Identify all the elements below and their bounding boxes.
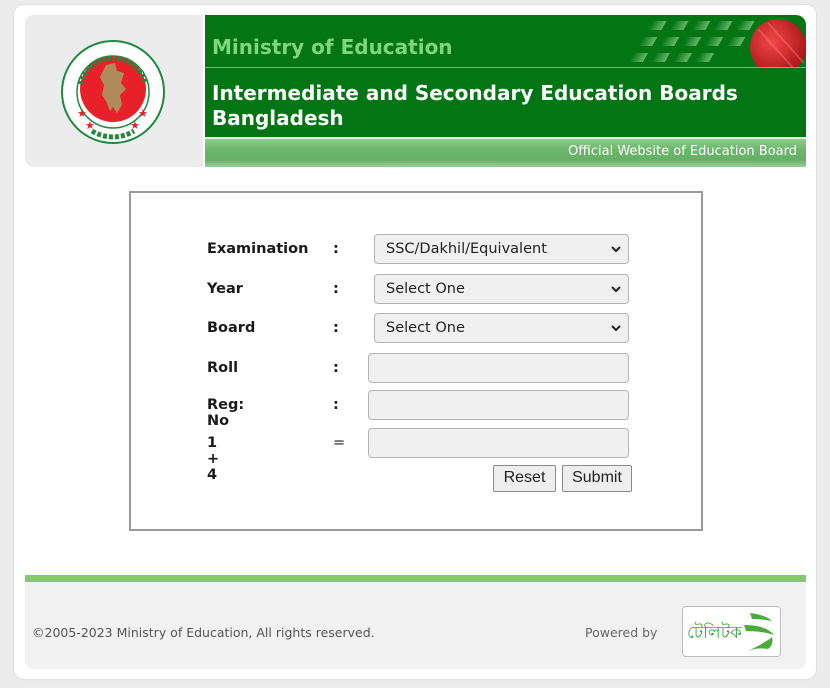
- bangladesh-flag-icon: [628, 19, 806, 67]
- chevron-down-icon: [611, 325, 621, 332]
- roll-colon: :: [333, 360, 339, 376]
- board-value: Select One: [386, 320, 465, 336]
- powered-by-text: Powered by: [585, 625, 658, 640]
- site-title: Intermediate and Secondary Education Boa…: [212, 81, 738, 130]
- roll-input[interactable]: [368, 353, 629, 383]
- site-footer: ©2005-2023 Ministry of Education, All ri…: [25, 582, 806, 669]
- captcha-equals: =: [333, 435, 346, 451]
- banner-strip: Official Website of Education Board: [205, 137, 806, 167]
- reg-no-colon: :: [333, 397, 339, 413]
- chevron-down-icon: [611, 286, 621, 293]
- year-colon: :: [333, 281, 339, 297]
- footer-divider: [25, 575, 806, 582]
- site-header: ★ ★ ★ ★ Ministry of Education Intermedia…: [25, 15, 806, 167]
- result-form: Examination : SSC/Dakhil/Equivalent Year…: [129, 191, 703, 531]
- ministry-title: Ministry of Education: [212, 35, 453, 59]
- reg-no-input[interactable]: [368, 390, 629, 420]
- chevron-down-icon: [611, 246, 621, 253]
- year-label: Year: [207, 281, 243, 297]
- teletalk-logo-text: টেলিটক: [687, 623, 742, 643]
- reg-no-label: Reg: No: [207, 397, 245, 429]
- captcha-input[interactable]: [368, 428, 629, 458]
- examination-select[interactable]: SSC/Dakhil/Equivalent: [374, 234, 629, 264]
- board-colon: :: [333, 320, 339, 336]
- teletalk-logo[interactable]: টেলিটক: [682, 606, 781, 657]
- header-banner: Ministry of Education Intermediate and S…: [205, 15, 806, 167]
- submit-button[interactable]: Submit: [562, 465, 632, 492]
- examination-value: SSC/Dakhil/Equivalent: [386, 241, 547, 257]
- form-actions: Reset Submit: [207, 465, 637, 495]
- teletalk-swoosh-icon: [744, 613, 774, 651]
- roll-label: Roll: [207, 360, 239, 376]
- site-tagline: Official Website of Education Board: [568, 144, 797, 159]
- examination-colon: :: [333, 241, 339, 257]
- board-label: Board: [207, 320, 256, 336]
- page-container: ★ ★ ★ ★ Ministry of Education Intermedia…: [14, 5, 816, 679]
- board-select[interactable]: Select One: [374, 313, 629, 343]
- svg-text:★: ★: [130, 119, 140, 132]
- logo-area: ★ ★ ★ ★: [25, 15, 203, 167]
- examination-label: Examination: [207, 241, 309, 257]
- year-value: Select One: [386, 281, 465, 297]
- svg-text:★: ★: [85, 119, 95, 132]
- banner-top: Ministry of Education: [205, 15, 806, 68]
- copyright-text: ©2005-2023 Ministry of Education, All ri…: [32, 625, 375, 640]
- reset-button[interactable]: Reset: [493, 465, 556, 492]
- year-select[interactable]: Select One: [374, 274, 629, 304]
- government-seal-icon: ★ ★ ★ ★: [61, 40, 165, 144]
